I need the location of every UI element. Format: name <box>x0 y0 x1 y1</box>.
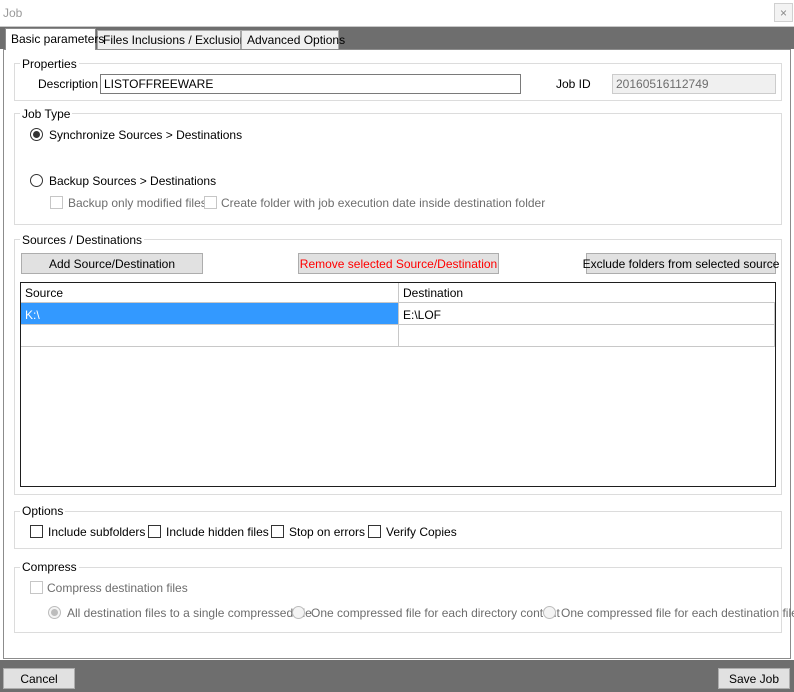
create-folder-checkbox[interactable] <box>204 196 217 209</box>
include-subfolders-label[interactable]: Include subfolders <box>48 525 145 539</box>
grid-cell-source-new[interactable] <box>21 325 399 347</box>
grid-cell-destination[interactable]: E:\LOF <box>399 303 775 325</box>
compress-single-radio[interactable] <box>48 606 61 619</box>
grid-header: Source Destination <box>21 283 775 303</box>
compress-per-dir-label: One compressed file for each directory c… <box>311 606 560 620</box>
properties-legend: Properties <box>20 57 79 71</box>
add-source-destination-button[interactable]: Add Source/Destination <box>21 253 203 274</box>
tab-files-inclusions-exclusions[interactable]: Files Inclusions / Exclusions <box>97 30 252 49</box>
column-header-source[interactable]: Source <box>21 283 399 303</box>
compress-legend: Compress <box>20 560 79 574</box>
sources-legend: Sources / Destinations <box>20 233 145 247</box>
stop-on-errors-label[interactable]: Stop on errors <box>289 525 365 539</box>
create-folder-label: Create folder with job execution date in… <box>221 196 546 210</box>
stop-on-errors-checkbox[interactable] <box>271 525 284 538</box>
title-bar <box>0 0 794 27</box>
compress-per-file-radio[interactable] <box>543 606 556 619</box>
backup-label[interactable]: Backup Sources > Destinations <box>49 174 216 188</box>
description-label: Description <box>38 77 99 91</box>
include-subfolders-checkbox[interactable] <box>30 525 43 538</box>
job-id-label: Job ID <box>556 77 591 91</box>
compress-per-dir-radio[interactable] <box>292 606 305 619</box>
include-hidden-label[interactable]: Include hidden files <box>166 525 269 539</box>
tab-advanced-options[interactable]: Advanced Options <box>241 30 345 49</box>
compress-checkbox[interactable] <box>30 581 43 594</box>
grid-cell-destination-new[interactable] <box>399 325 775 347</box>
backup-radio[interactable] <box>30 174 43 187</box>
footer-bar <box>0 660 794 692</box>
verify-copies-checkbox[interactable] <box>368 525 381 538</box>
window-title: Job <box>3 6 23 20</box>
job-id-field: 20160516112749 <box>612 74 776 94</box>
sources-grid[interactable]: Source Destination K:\ E:\LOF <box>20 282 776 487</box>
compress-single-label: All destination files to a single compre… <box>67 606 312 620</box>
compress-per-file-label: One compressed file for each destination… <box>561 606 794 620</box>
close-button[interactable]: × <box>774 3 793 22</box>
sync-label[interactable]: Synchronize Sources > Destinations <box>49 128 242 142</box>
save-job-button[interactable]: Save Job <box>718 668 790 689</box>
close-icon: × <box>779 5 787 20</box>
verify-copies-label[interactable]: Verify Copies <box>386 525 457 539</box>
tab-basic-parameters[interactable]: Basic parameters <box>5 28 104 50</box>
column-header-destination[interactable]: Destination <box>399 283 775 303</box>
cancel-button[interactable]: Cancel <box>3 668 75 689</box>
backup-modified-label: Backup only modified files <box>68 196 207 210</box>
grid-cell-source[interactable]: K:\ <box>21 303 399 325</box>
description-input[interactable]: LISTOFFREEWARE <box>100 74 521 94</box>
compress-label: Compress destination files <box>47 581 188 595</box>
remove-source-destination-button[interactable]: Remove selected Source/Destination <box>298 253 499 274</box>
include-hidden-checkbox[interactable] <box>148 525 161 538</box>
job-type-legend: Job Type <box>20 107 73 121</box>
backup-modified-checkbox[interactable] <box>50 196 63 209</box>
sync-radio[interactable] <box>30 128 43 141</box>
compress-group <box>14 567 782 633</box>
exclude-folders-button[interactable]: Exclude folders from selected source <box>583 253 779 274</box>
options-legend: Options <box>20 504 66 518</box>
